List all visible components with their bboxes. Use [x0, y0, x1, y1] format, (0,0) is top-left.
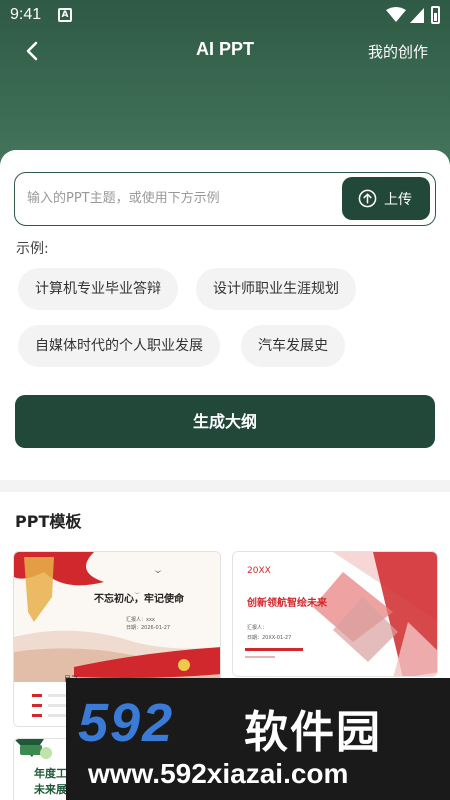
- template-card[interactable]: 20XX 创新领航智绘未来 汇报人： 日期：20XX-01-27: [232, 551, 438, 677]
- example-chip[interactable]: 自媒体时代的个人职业发展: [18, 325, 220, 367]
- watermark-logo: 592: [78, 693, 175, 753]
- watermark-url: www.592xiazai.com: [88, 758, 349, 789]
- template-reporter: 汇报人：xxx: [126, 617, 155, 623]
- topic-card: 上传 示例: 计算机专业毕业答辩 设计师职业生涯规划 自媒体时代的个人职业发展 …: [0, 150, 450, 480]
- template-date: 日期：2026-01-27: [126, 625, 171, 631]
- site-watermark: 592 软件园 www.592xiazai.com: [66, 678, 450, 800]
- examples-label: 示例:: [16, 241, 49, 257]
- notification-icon: A: [58, 8, 72, 22]
- navigation-bar: AI PPT 我的创作: [0, 32, 450, 72]
- status-bar: 9:41 A: [0, 0, 450, 32]
- template-section-title: PPT模板: [15, 512, 82, 531]
- signal-icon: [410, 8, 424, 23]
- watermark-name: 软件园: [244, 707, 382, 758]
- generate-outline-button[interactable]: 生成大纲: [15, 395, 435, 448]
- example-chip[interactable]: 设计师职业生涯规划: [196, 268, 356, 310]
- upload-button[interactable]: 上传: [342, 177, 430, 220]
- upload-label: 上传: [384, 192, 412, 208]
- template-year: 20XX: [247, 566, 271, 576]
- battery-icon: [431, 6, 440, 24]
- example-chip[interactable]: 计算机专业毕业答辩: [18, 268, 178, 310]
- status-time: 9:41: [10, 6, 42, 23]
- topic-input-container: 上传: [14, 172, 436, 226]
- topic-input[interactable]: [27, 183, 337, 213]
- template-heading: 创新领航智绘未来: [247, 598, 327, 609]
- arrow-up-circle-icon: [358, 189, 377, 208]
- example-chip[interactable]: 汽车发展史: [241, 325, 345, 367]
- template-card[interactable]: 年度工作总结 未来展望: [13, 738, 73, 800]
- template-reporter: 汇报人：: [247, 625, 268, 631]
- wifi-icon: [386, 7, 406, 22]
- template-date: 日期：20XX-01-27: [247, 635, 292, 641]
- template-heading: 不忘初心，牢记使命: [94, 594, 184, 605]
- my-works-link[interactable]: 我的创作: [368, 41, 428, 62]
